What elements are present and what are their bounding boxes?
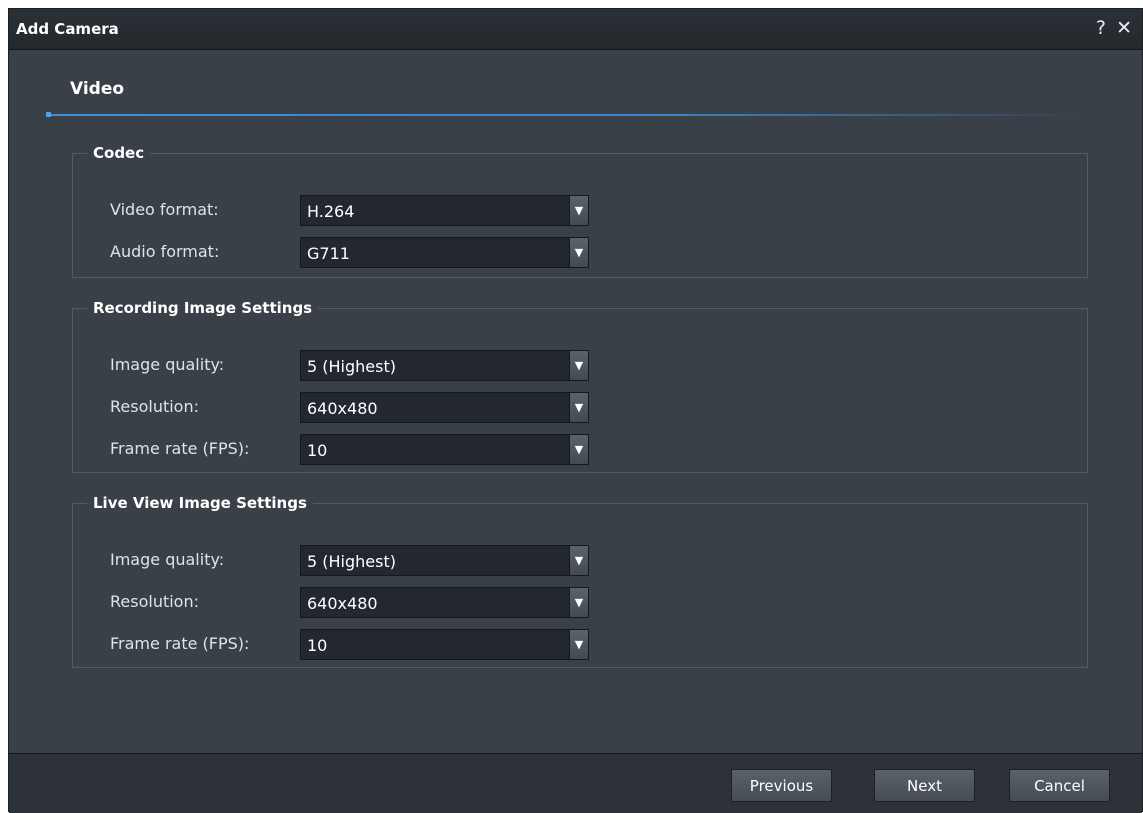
recording-resolution-label: Resolution:	[110, 397, 199, 416]
recording-frame-rate-value: 10	[307, 441, 328, 460]
recording-frame-rate-label: Frame rate (FPS):	[110, 439, 250, 458]
recording-image-quality-select[interactable]: 5 (Highest) ▼	[300, 350, 589, 381]
video-format-label: Video format:	[110, 200, 219, 219]
chevron-down-icon[interactable]: ▼	[569, 630, 588, 659]
live-view-image-quality-value: 5 (Highest)	[307, 552, 396, 571]
live-view-resolution-label: Resolution:	[110, 592, 199, 611]
audio-format-label: Audio format:	[110, 242, 220, 261]
recording-settings-group: Recording Image Settings Image quality: …	[72, 299, 1088, 473]
previous-button[interactable]: Previous	[731, 769, 832, 802]
live-view-image-quality-label: Image quality:	[110, 550, 225, 569]
recording-image-quality-label: Image quality:	[110, 355, 225, 374]
video-format-select[interactable]: H.264 ▼	[300, 195, 589, 226]
dialog-title: Add Camera	[16, 20, 119, 38]
chevron-down-icon[interactable]: ▼	[569, 196, 588, 225]
add-camera-dialog: Add Camera ? ✕ Video Codec Video format:…	[8, 8, 1143, 813]
recording-settings-legend: Recording Image Settings	[93, 299, 313, 317]
recording-resolution-value: 640x480	[307, 399, 378, 418]
live-view-resolution-select[interactable]: 640x480 ▼	[300, 587, 589, 618]
codec-legend: Codec	[93, 144, 145, 162]
live-view-frame-rate-value: 10	[307, 636, 328, 655]
help-icon[interactable]: ?	[1096, 18, 1106, 38]
section-divider	[47, 114, 1087, 116]
section-marker	[46, 112, 51, 117]
live-view-resolution-value: 640x480	[307, 594, 378, 613]
close-icon[interactable]: ✕	[1116, 18, 1132, 38]
chevron-down-icon[interactable]: ▼	[569, 435, 588, 464]
codec-group: Codec Video format: H.264 ▼ Audio format…	[72, 144, 1088, 278]
section-title: Video	[70, 79, 125, 99]
video-format-value: H.264	[307, 202, 355, 221]
recording-frame-rate-select[interactable]: 10 ▼	[300, 434, 589, 465]
audio-format-value: G711	[307, 244, 350, 263]
chevron-down-icon[interactable]: ▼	[569, 393, 588, 422]
cancel-button[interactable]: Cancel	[1009, 769, 1110, 802]
live-view-frame-rate-label: Frame rate (FPS):	[110, 634, 250, 653]
live-view-frame-rate-select[interactable]: 10 ▼	[300, 629, 589, 660]
next-button[interactable]: Next	[874, 769, 975, 802]
chevron-down-icon[interactable]: ▼	[569, 588, 588, 617]
live-view-settings-legend: Live View Image Settings	[93, 494, 307, 512]
chevron-down-icon[interactable]: ▼	[569, 546, 588, 575]
chevron-down-icon[interactable]: ▼	[569, 351, 588, 380]
title-bar: Add Camera ? ✕	[9, 9, 1142, 50]
audio-format-select[interactable]: G711 ▼	[300, 237, 589, 268]
live-view-image-quality-select[interactable]: 5 (Highest) ▼	[300, 545, 589, 576]
recording-resolution-select[interactable]: 640x480 ▼	[300, 392, 589, 423]
recording-image-quality-value: 5 (Highest)	[307, 357, 396, 376]
live-view-settings-group: Live View Image Settings Image quality: …	[72, 494, 1088, 668]
dialog-footer: Previous Next Cancel	[9, 753, 1142, 813]
chevron-down-icon[interactable]: ▼	[569, 238, 588, 267]
